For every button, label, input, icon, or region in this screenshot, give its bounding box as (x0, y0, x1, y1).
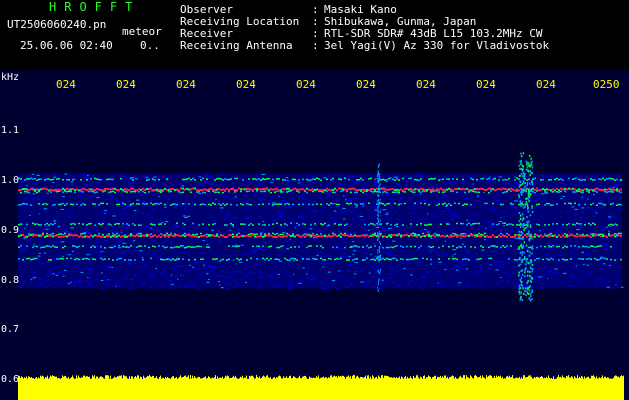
x-tick-label: 024 (56, 78, 76, 91)
metadata-row-antenna: Receiving Antenna : 3el Yagi(V) Az 330 f… (180, 40, 549, 52)
x-tick-label: 024 (356, 78, 376, 91)
capture-datetime: 25.06.06 02:40 (20, 39, 113, 52)
x-tick-label: 024 (416, 78, 436, 91)
y-tick-label: 1.0 (1, 175, 20, 186)
app-title: HROFFT (49, 0, 141, 14)
signal-level-bar (18, 375, 624, 400)
y-tick-label: 0.9 (1, 225, 20, 236)
filename: UT2506060240.pn (7, 18, 107, 31)
x-tick-label: 024 (176, 78, 196, 91)
y-tick-label: 0.6 (1, 374, 20, 385)
frequency-unit-label: kHz (1, 72, 20, 83)
x-tick-label: 024 (236, 78, 256, 91)
spectrogram-canvas (18, 152, 625, 400)
y-tick-label: 0.8 (1, 275, 20, 286)
x-tick-label: 024 (296, 78, 316, 91)
metadata-panel: Observer : Masaki Kano Receiving Locatio… (180, 4, 549, 52)
x-tick-label: 024 (536, 78, 556, 91)
source-type: meteor (122, 25, 162, 38)
metadata-value: 3el Yagi(V) Az 330 for Vladivostok (324, 39, 550, 52)
metadata-separator: : (312, 39, 319, 52)
header: HROFFT UT2506060240.pn meteor 25.06.06 0… (0, 0, 629, 70)
spectrogram-plot (0, 70, 629, 400)
x-tick-label: 0250 (593, 78, 620, 91)
counter: 0.. (140, 39, 160, 52)
x-tick-label: 024 (116, 78, 136, 91)
metadata-key: Receiving Antenna (180, 39, 293, 52)
x-tick-label: 024 (476, 78, 496, 91)
y-tick-label: 1.1 (1, 125, 20, 136)
y-tick-label: 0.7 (1, 324, 20, 335)
